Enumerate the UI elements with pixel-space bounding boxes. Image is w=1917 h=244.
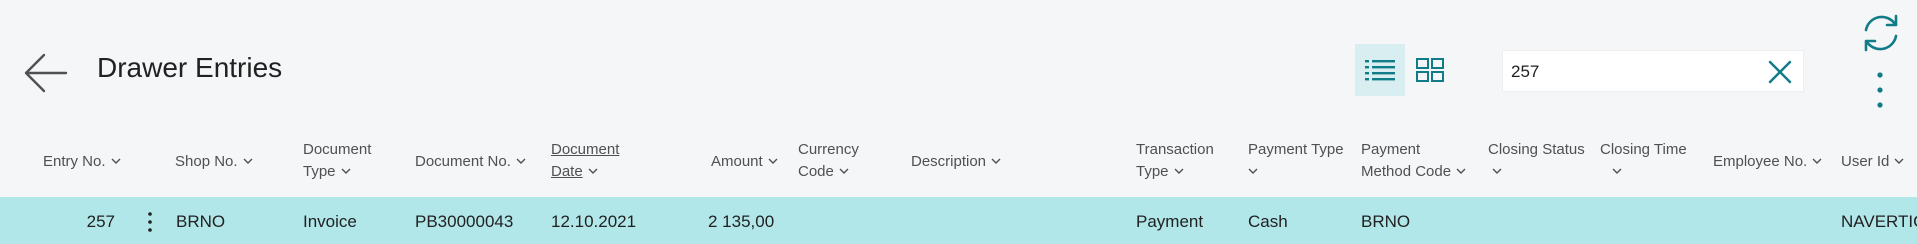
column-header-currency-code[interactable]: Currency Code bbox=[798, 140, 859, 182]
column-header-user-id[interactable]: User Id bbox=[1841, 150, 1904, 172]
chevron-down-icon bbox=[111, 150, 121, 170]
column-header-shop-no[interactable]: Shop No. bbox=[175, 150, 253, 172]
column-header-payment-method-code[interactable]: Payment Method Code bbox=[1361, 140, 1466, 182]
column-header-document-date[interactable]: Document Date bbox=[551, 140, 619, 182]
page-title: Drawer Entries bbox=[97, 52, 283, 83]
chevron-down-icon bbox=[839, 160, 849, 180]
tile-view-toggle[interactable] bbox=[1405, 44, 1455, 96]
column-header-description[interactable]: Description bbox=[911, 150, 1001, 172]
chevron-down-icon bbox=[588, 160, 598, 180]
chevron-down-icon bbox=[1248, 160, 1258, 180]
column-header-label: Method Code bbox=[1361, 163, 1452, 180]
column-header-label: Transaction bbox=[1136, 141, 1214, 158]
list-view-toggle[interactable] bbox=[1355, 44, 1405, 96]
cell-transaction-type[interactable]: Payment bbox=[1136, 212, 1203, 232]
column-header-employee-no[interactable]: Employee No. bbox=[1713, 150, 1822, 172]
cell-entry-no[interactable]: 257 bbox=[70, 212, 115, 232]
chevron-down-icon bbox=[768, 150, 778, 170]
chevron-down-icon bbox=[1174, 160, 1184, 180]
table-row[interactable] bbox=[0, 197, 1917, 244]
column-header-closing-status[interactable]: Closing Status bbox=[1488, 140, 1585, 182]
column-header-label: User Id bbox=[1841, 153, 1890, 170]
arrow-left-icon bbox=[24, 53, 68, 93]
row-actions-button[interactable] bbox=[143, 210, 157, 234]
cell-document-type[interactable]: Invoice bbox=[303, 212, 357, 232]
more-actions-button[interactable] bbox=[1868, 70, 1892, 110]
column-header-label: Currency bbox=[798, 141, 859, 158]
chevron-down-icon bbox=[341, 160, 351, 180]
search-input[interactable]: 257 bbox=[1502, 50, 1804, 92]
cell-payment-method-code[interactable]: BRNO bbox=[1361, 212, 1410, 232]
column-header-payment-type[interactable]: Payment Type bbox=[1248, 140, 1344, 182]
column-header-label: Closing Status bbox=[1488, 141, 1585, 158]
column-header-label: Type bbox=[1136, 163, 1169, 180]
cell-user-id[interactable]: NAVERTIC bbox=[1841, 212, 1917, 232]
column-header-label: Document bbox=[303, 141, 372, 158]
chevron-down-icon bbox=[1456, 160, 1466, 180]
column-header-label: Amount bbox=[711, 153, 763, 170]
search-value: 257 bbox=[1511, 62, 1540, 81]
column-header-closing-time[interactable]: Closing Time bbox=[1600, 140, 1687, 182]
more-vertical-icon bbox=[148, 212, 152, 232]
cell-document-no[interactable]: PB30000043 bbox=[415, 212, 513, 232]
refresh-icon bbox=[1864, 14, 1898, 52]
chevron-down-icon bbox=[516, 150, 526, 170]
column-header-label: Payment bbox=[1361, 141, 1421, 158]
chevron-down-icon bbox=[1894, 150, 1904, 170]
list-view-icon bbox=[1365, 60, 1395, 81]
cell-amount[interactable]: 2 135,00 bbox=[708, 212, 774, 232]
tile-view-icon bbox=[1416, 58, 1444, 82]
cell-payment-type[interactable]: Cash bbox=[1248, 212, 1288, 232]
column-header-label: Closing Time bbox=[1600, 141, 1687, 158]
column-header-entry-no[interactable]: Entry No. bbox=[43, 150, 121, 172]
column-header-label: Type bbox=[303, 163, 336, 180]
column-header-label: Date bbox=[551, 163, 583, 180]
refresh-button[interactable] bbox=[1860, 12, 1902, 54]
column-header-document-type[interactable]: Document Type bbox=[303, 140, 371, 182]
chevron-down-icon bbox=[1612, 160, 1622, 180]
column-header-label: Document No. bbox=[415, 153, 511, 170]
column-header-label: Description bbox=[911, 153, 987, 170]
column-header-label: Entry No. bbox=[43, 153, 106, 170]
chevron-down-icon bbox=[243, 150, 253, 170]
back-button[interactable] bbox=[22, 50, 68, 96]
column-header-label: Payment Type bbox=[1248, 141, 1344, 158]
cell-shop-no[interactable]: BRNO bbox=[176, 212, 225, 232]
cell-document-date[interactable]: 12.10.2021 bbox=[551, 212, 636, 232]
column-header-label: Shop No. bbox=[175, 153, 238, 170]
column-header-label: Code bbox=[798, 163, 834, 180]
column-header-amount[interactable]: Amount bbox=[711, 150, 778, 172]
chevron-down-icon bbox=[1492, 160, 1502, 180]
chevron-down-icon bbox=[1812, 150, 1822, 170]
column-header-label: Employee No. bbox=[1713, 153, 1808, 170]
search-clear-button[interactable] bbox=[1767, 59, 1793, 85]
column-header-label: Document bbox=[551, 141, 620, 158]
close-icon bbox=[1768, 60, 1792, 84]
more-vertical-icon bbox=[1877, 72, 1883, 108]
column-header-document-no[interactable]: Document No. bbox=[415, 150, 526, 172]
column-header-transaction-type[interactable]: Transaction Type bbox=[1136, 140, 1214, 182]
chevron-down-icon bbox=[991, 150, 1001, 170]
